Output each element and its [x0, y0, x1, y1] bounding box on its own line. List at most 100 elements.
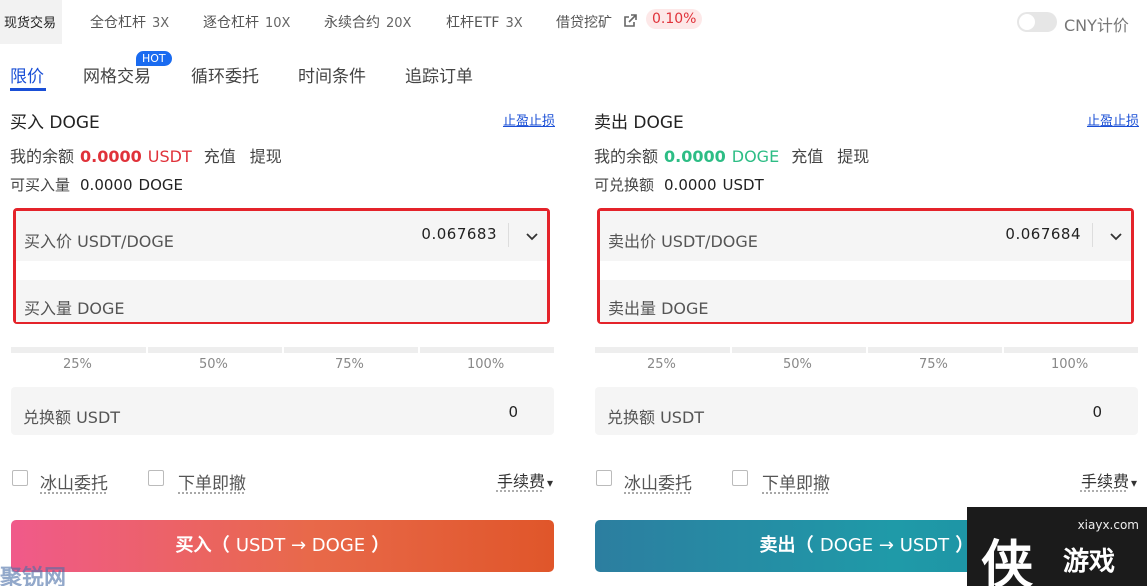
- chevron-down-icon[interactable]: [1107, 227, 1125, 245]
- sell-balance-row: 我的余额 0.0000 DOGE 充值 提现: [594, 143, 883, 167]
- pct-100[interactable]: 100%: [467, 357, 504, 372]
- deposit-link[interactable]: 充值: [791, 147, 823, 166]
- pct-75[interactable]: 75%: [919, 357, 948, 372]
- tab-perpetual[interactable]: 永续合约 20X: [324, 12, 411, 32]
- chevron-down-icon[interactable]: [523, 227, 541, 245]
- tab-label: 永续合约: [324, 15, 380, 31]
- pct-75[interactable]: 75%: [335, 357, 364, 372]
- ioc-checkbox[interactable]: [148, 470, 164, 486]
- balance-value: 0.0000: [664, 147, 726, 166]
- buy-button-end: ）: [371, 535, 390, 556]
- buy-amount-input[interactable]: 买入量 DOGE: [16, 280, 547, 322]
- exchange-value: 0: [508, 403, 518, 421]
- sell-button-label: 卖出（: [759, 535, 814, 556]
- cny-pricing-toggle[interactable]: [1017, 12, 1057, 32]
- withdraw-link[interactable]: 提现: [837, 147, 869, 166]
- pct-50[interactable]: 50%: [783, 357, 812, 372]
- price-label: 卖出价 USDT/DOGE: [608, 232, 758, 251]
- balance-value: 0.0000: [80, 147, 142, 166]
- divider: [1092, 223, 1093, 247]
- sell-amount-input[interactable]: 卖出量 DOGE: [600, 280, 1131, 322]
- deposit-link[interactable]: 充值: [204, 147, 236, 166]
- ioc-checkbox[interactable]: [732, 470, 748, 486]
- sell-highlight-box: 卖出价 USDT/DOGE 0.067684 卖出量 DOGE: [597, 208, 1134, 324]
- cny-pricing-label: CNY计价: [1064, 16, 1129, 35]
- balance-unit: DOGE: [731, 147, 780, 166]
- ioc-label: 下单即撤: [762, 474, 830, 494]
- pct-50[interactable]: 50%: [199, 357, 228, 372]
- tab-spot[interactable]: 现货交易: [0, 0, 63, 44]
- leverage-multiplier: 20X: [386, 16, 412, 31]
- tab-lending-mining[interactable]: 借贷挖矿: [556, 12, 612, 32]
- lending-rate-badge: 0.10%: [646, 9, 703, 29]
- divider: [508, 223, 509, 247]
- sell-price-input[interactable]: 卖出价 USDT/DOGE 0.067684: [600, 211, 1131, 261]
- sell-available-row: 可兑换额 0.0000 USDT: [594, 174, 764, 195]
- available-label: 可兑换额: [594, 176, 655, 194]
- exchange-label: 兑换额 USDT: [607, 408, 705, 427]
- buy-exchange-amount-field[interactable]: 兑换额 USDT 0: [11, 387, 554, 435]
- balance-label: 我的余额: [594, 147, 659, 166]
- amount-label: 买入量 DOGE: [24, 299, 125, 318]
- iceberg-checkbox[interactable]: [596, 470, 612, 486]
- fee-label: 手续费: [496, 472, 545, 491]
- balance-label: 我的余额: [10, 147, 75, 166]
- tab-cross-margin[interactable]: 全仓杠杆 3X: [90, 12, 169, 32]
- tab-limit[interactable]: 限价: [10, 62, 44, 87]
- watermark-logo-text: 游戏: [1063, 547, 1116, 577]
- price-label: 买入价 USDT/DOGE: [24, 232, 174, 251]
- watermark-logo-char: 侠: [981, 535, 1034, 586]
- buy-price-input[interactable]: 买入价 USDT/DOGE 0.067683: [16, 211, 547, 261]
- slider-tick: [1002, 347, 1004, 353]
- pct-100[interactable]: 100%: [1051, 357, 1088, 372]
- pct-25[interactable]: 25%: [647, 357, 676, 372]
- hot-badge: HOT: [136, 51, 172, 66]
- available-value: 0.0000: [664, 176, 717, 194]
- chevron-down-icon: ▾: [546, 476, 553, 490]
- buy-amount-slider[interactable]: [11, 347, 554, 353]
- slider-tick: [866, 347, 868, 353]
- slider-tick: [730, 347, 732, 353]
- fee-label: 手续费: [1080, 472, 1129, 491]
- sell-amount-slider[interactable]: [595, 347, 1138, 353]
- buy-button[interactable]: 买入（ USDT → DOGE ）: [11, 520, 554, 572]
- tab-leveraged-etf[interactable]: 杠杆ETF 3X: [446, 12, 523, 32]
- sell-exchange-amount-field[interactable]: 兑换额 USDT 0: [595, 387, 1138, 435]
- tab-label: 逐仓杠杆: [203, 15, 259, 31]
- available-label: 可买入量: [10, 176, 71, 194]
- available-unit: DOGE: [138, 176, 183, 194]
- slider-tick: [146, 347, 148, 353]
- tab-label: 借贷挖矿: [556, 15, 612, 31]
- sell-button-pair: DOGE → USDT: [819, 535, 950, 556]
- slider-tick: [282, 347, 284, 353]
- buy-button-label: 买入（: [175, 535, 230, 556]
- chevron-down-icon: ▾: [1130, 476, 1137, 490]
- tab-trailing-order[interactable]: 追踪订单: [405, 62, 473, 87]
- buy-button-pair: USDT → DOGE: [235, 535, 366, 556]
- iceberg-checkbox[interactable]: [12, 470, 28, 486]
- fee-dropdown[interactable]: 手续费 ▾: [1081, 468, 1137, 492]
- watermark-left: 聚锐网: [0, 565, 67, 586]
- watermark-logo: xiayx.com 侠 游戏: [967, 507, 1147, 586]
- tab-loop-order[interactable]: 循环委托: [191, 62, 259, 87]
- sell-title: 卖出 DOGE: [594, 113, 684, 133]
- tab-label: 全仓杠杆: [90, 15, 146, 31]
- slider-tick: [418, 347, 420, 353]
- buy-tpsl-link[interactable]: 止盈止损: [503, 110, 555, 129]
- sell-tpsl-link[interactable]: 止盈止损: [1087, 110, 1139, 129]
- fee-dropdown[interactable]: 手续费 ▾: [497, 468, 553, 492]
- iceberg-label: 冰山委托: [40, 474, 108, 494]
- tab-time-condition[interactable]: 时间条件: [298, 62, 366, 87]
- buy-balance-row: 我的余额 0.0000 USDT 充值 提现: [10, 143, 296, 167]
- tab-spot-label: 现货交易: [4, 16, 57, 31]
- buy-title: 买入 DOGE: [10, 113, 100, 133]
- external-link-icon[interactable]: [622, 13, 638, 29]
- pct-25[interactable]: 25%: [63, 357, 92, 372]
- leverage-multiplier: 3X: [152, 16, 170, 31]
- buy-panel: 买入 DOGE 止盈止损 我的余额 0.0000 USDT 充值 提现 可买入量 0.00…: [10, 100, 555, 586]
- iceberg-label: 冰山委托: [624, 474, 692, 494]
- price-value: 0.067684: [1005, 225, 1081, 243]
- tab-isolated-margin[interactable]: 逐仓杠杆 10X: [203, 12, 290, 32]
- ioc-label: 下单即撤: [178, 474, 246, 494]
- withdraw-link[interactable]: 提现: [250, 147, 282, 166]
